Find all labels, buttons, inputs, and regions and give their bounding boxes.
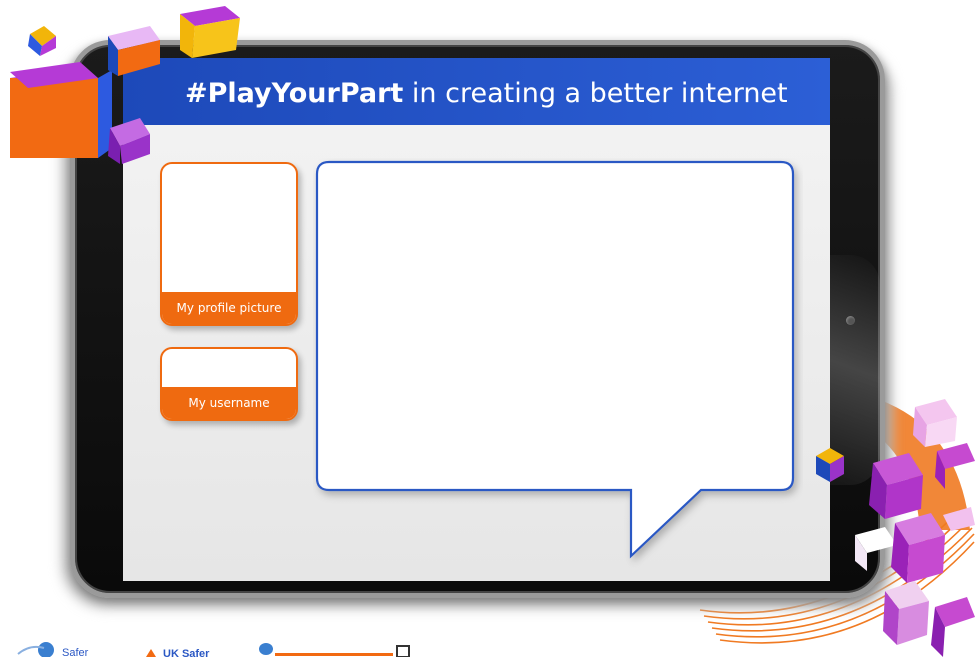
uk-safer-internet-logo-icon (146, 649, 156, 657)
logo-safer-text: Safer (62, 647, 89, 659)
profile-picture-card[interactable]: My profile picture (160, 162, 298, 326)
third-logo-icon (259, 643, 410, 657)
tablet-camera-icon (846, 316, 855, 325)
logo-uk-safer-text: UK Safer (163, 648, 210, 660)
page-title: #PlayYourPart in creating a better inter… (185, 78, 788, 110)
safer-internet-globe-icon (17, 642, 54, 657)
username-card[interactable]: My username (160, 347, 298, 421)
speech-bubble-icon[interactable] (313, 158, 803, 568)
profile-picture-label: My profile picture (162, 292, 296, 324)
cube-cluster-bottom-right-icon (855, 399, 975, 657)
title-rest: in creating a better internet (403, 78, 788, 109)
username-label: My username (162, 387, 296, 419)
cube-cluster-top-left-icon (10, 6, 240, 164)
poster-canvas: #PlayYourPart in creating a better inter… (0, 0, 975, 660)
small-cube-right-icon (816, 448, 844, 482)
